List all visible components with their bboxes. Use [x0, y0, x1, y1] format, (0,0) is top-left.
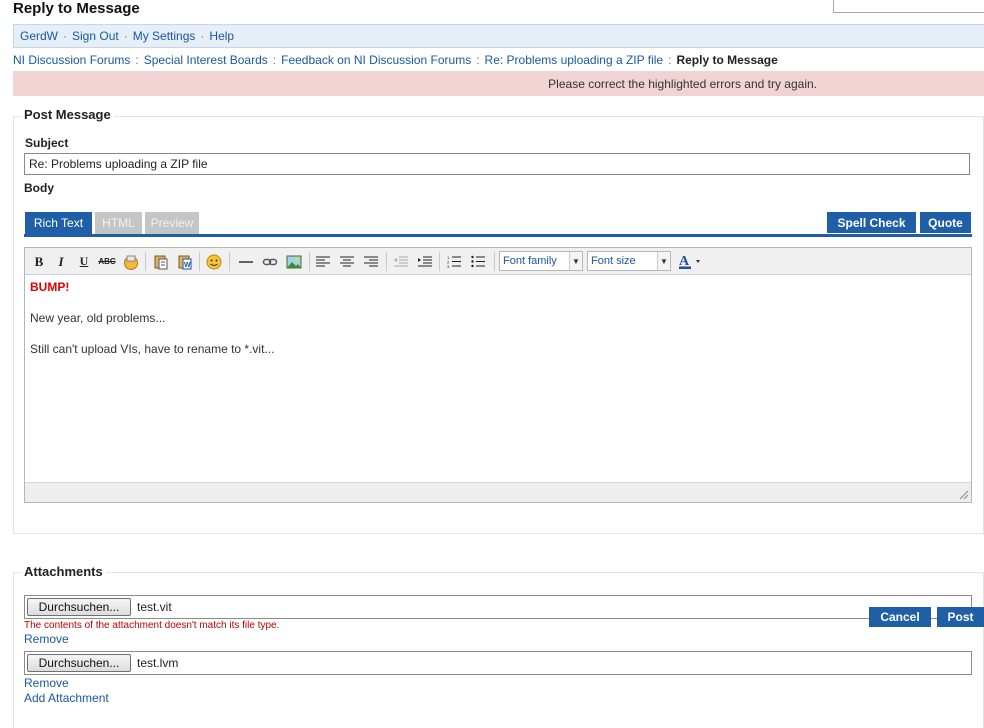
- my-settings-link[interactable]: My Settings: [133, 29, 196, 43]
- outdent-icon[interactable]: [392, 253, 410, 270]
- breadcrumb-current: Reply to Message: [676, 53, 778, 67]
- svg-text:3: 3: [447, 264, 450, 268]
- svg-text:W: W: [184, 262, 191, 269]
- separator: ·: [63, 29, 68, 43]
- breadcrumb: NI Discussion Forums : Special Interest …: [13, 52, 778, 68]
- separator: ·: [200, 29, 205, 43]
- underline-icon[interactable]: U: [75, 253, 93, 270]
- horizontal-rule-icon[interactable]: [237, 253, 255, 270]
- breadcrumb-item-feedback[interactable]: Feedback on NI Discussion Forums: [281, 53, 471, 67]
- body-label: Body: [24, 181, 54, 195]
- separator: :: [668, 53, 672, 67]
- editor-content[interactable]: BUMP! New year, old problems... Still ca…: [30, 280, 274, 373]
- chevron-down-icon: ▼: [569, 252, 582, 270]
- editor-paragraph: Still can't upload VIs, have to rename t…: [30, 342, 275, 356]
- paste-text-icon[interactable]: [152, 253, 170, 270]
- insert-image-icon[interactable]: [122, 253, 140, 270]
- align-center-icon[interactable]: [338, 253, 356, 270]
- tab-preview[interactable]: Preview: [145, 212, 199, 234]
- tab-rich-text[interactable]: Rich Text: [25, 212, 92, 234]
- remove-attachment-link[interactable]: Remove: [24, 676, 69, 690]
- font-size-select[interactable]: Font size ▼: [587, 251, 671, 271]
- bullet-list-icon[interactable]: [469, 253, 487, 270]
- browse-button[interactable]: Durchsuchen...: [27, 598, 131, 616]
- attachment-file-input[interactable]: Durchsuchen... test.lvm: [24, 651, 972, 675]
- attachment-file-name: test.vit: [137, 600, 172, 614]
- separator: :: [135, 53, 139, 67]
- page-title: Reply to Message: [13, 0, 140, 17]
- attachments-legend: Attachments: [21, 564, 106, 579]
- strikethrough-icon[interactable]: ABC: [98, 253, 116, 270]
- subject-label: Subject: [25, 136, 69, 150]
- separator: ·: [123, 29, 128, 43]
- editor-paragraph: New year, old problems...: [30, 311, 166, 325]
- separator: :: [272, 53, 277, 67]
- font-family-select[interactable]: Font family ▼: [499, 251, 583, 271]
- toolbar-separator: [494, 252, 495, 271]
- error-banner-text: Please correct the highlighted errors an…: [548, 76, 817, 91]
- username-link[interactable]: GerdW: [20, 29, 58, 43]
- tab-underline: [24, 234, 972, 237]
- font-size-value: Font size: [591, 255, 636, 267]
- rich-text-editor[interactable]: B I U ABC W 1 2 3 Font family ▼ Font siz…: [24, 247, 972, 503]
- sign-out-link[interactable]: Sign Out: [72, 29, 119, 43]
- help-link[interactable]: Help: [209, 29, 234, 43]
- breadcrumb-item-special-interest[interactable]: Special Interest Boards: [144, 53, 268, 67]
- attachment-file-name: test.lvm: [137, 656, 179, 670]
- breadcrumb-item-forums[interactable]: NI Discussion Forums: [13, 53, 130, 67]
- toolbar-separator: [229, 252, 230, 271]
- numbered-list-icon[interactable]: 123: [445, 253, 463, 270]
- remove-attachment-link[interactable]: Remove: [24, 632, 69, 646]
- toolbar-separator: [199, 252, 200, 271]
- image-icon[interactable]: [285, 253, 303, 270]
- link-icon[interactable]: [261, 253, 279, 270]
- resize-grip-icon[interactable]: [959, 490, 969, 500]
- chevron-down-icon: ▼: [657, 252, 670, 270]
- editor-paragraph: BUMP!: [30, 280, 70, 294]
- editor-toolbar: B I U ABC W 1 2 3 Font family ▼ Font siz…: [25, 248, 971, 275]
- bold-icon[interactable]: B: [30, 253, 48, 270]
- tab-html[interactable]: HTML: [95, 212, 142, 234]
- font-family-value: Font family: [503, 255, 557, 267]
- search-input[interactable]: [833, 0, 984, 13]
- breadcrumb-item-thread[interactable]: Re: Problems uploading a ZIP file: [485, 53, 664, 67]
- attachment-file-input[interactable]: Durchsuchen... test.vit: [24, 595, 972, 619]
- spell-check-button[interactable]: Spell Check: [827, 212, 916, 233]
- toolbar-separator: [309, 252, 310, 271]
- post-message-legend: Post Message: [21, 107, 114, 122]
- align-left-icon[interactable]: [314, 253, 332, 270]
- attachment-error: The contents of the attachment doesn't m…: [24, 620, 280, 631]
- user-bar: GerdW · Sign Out · My Settings · Help: [13, 24, 984, 48]
- separator: :: [476, 53, 480, 67]
- browse-button[interactable]: Durchsuchen...: [27, 654, 131, 672]
- quote-button[interactable]: Quote: [920, 212, 971, 233]
- cancel-button[interactable]: Cancel: [869, 607, 931, 627]
- error-banner: Please correct the highlighted errors an…: [13, 71, 984, 96]
- align-right-icon[interactable]: [362, 253, 380, 270]
- editor-statusbar: [25, 482, 971, 502]
- toolbar-separator: [439, 252, 440, 271]
- paste-word-icon[interactable]: W: [176, 253, 194, 270]
- add-attachment-link[interactable]: Add Attachment: [24, 691, 109, 705]
- emoticon-icon[interactable]: [205, 253, 223, 270]
- italic-icon[interactable]: I: [52, 253, 70, 270]
- subject-input[interactable]: [24, 153, 970, 175]
- indent-icon[interactable]: [416, 253, 434, 270]
- text-color-icon[interactable]: A: [677, 253, 705, 270]
- toolbar-separator: [145, 252, 146, 271]
- toolbar-separator: [386, 252, 387, 271]
- post-button[interactable]: Post: [937, 607, 984, 627]
